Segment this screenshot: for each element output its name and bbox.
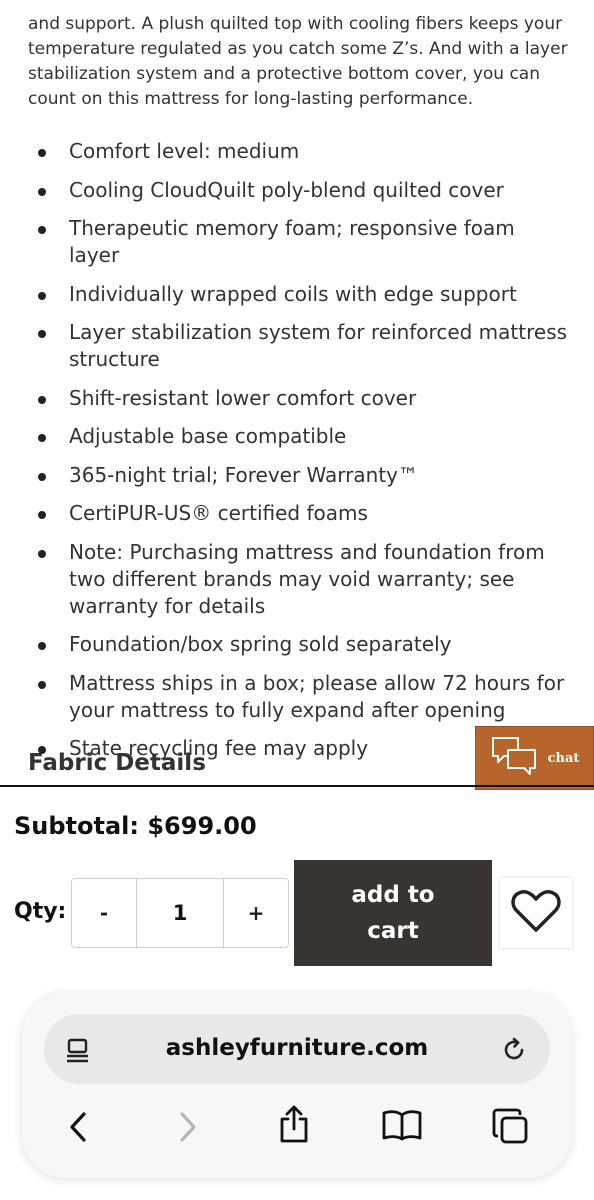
feature-text: Note: Purchasing mattress and foundation…: [69, 539, 545, 618]
feature-text: Individually wrapped coils with edge sup…: [69, 281, 517, 306]
qty-label: Qty:: [14, 899, 67, 924]
feature-item: Therapeutic memory foam; responsive foam…: [0, 215, 594, 269]
feature-item: Layer stabilization system for reinforce…: [0, 319, 594, 373]
feature-item: Comfort level: medium: [0, 138, 594, 165]
chat-label: chat: [547, 750, 580, 766]
bullet-icon: [38, 549, 46, 558]
heart-icon: [511, 888, 561, 938]
quantity-value[interactable]: 1: [136, 879, 224, 947]
product-description: and support. A plush quilted top with co…: [0, 0, 594, 786]
divider: [0, 785, 594, 787]
bullet-icon: [38, 642, 46, 650]
bullet-icon: [38, 511, 46, 519]
feature-text: Therapeutic memory foam; responsive foam…: [69, 216, 515, 267]
back-icon[interactable]: [66, 1110, 90, 1144]
chat-button[interactable]: chat: [475, 726, 594, 790]
fabric-details-heading[interactable]: Fabric Details: [28, 750, 206, 776]
chat-bubbles-icon: [490, 734, 538, 782]
feature-text: 365-night trial; Forever Warranty™: [69, 462, 419, 487]
feature-text: Comfort level: medium: [69, 139, 300, 163]
feature-item: CertiPUR-US® certified foams: [0, 500, 594, 527]
add-to-cart-label: add to cart: [351, 882, 435, 944]
feature-item: Individually wrapped coils with edge sup…: [0, 281, 594, 308]
wishlist-button[interactable]: [500, 878, 572, 948]
description-text: and support. A plush quilted top with co…: [28, 14, 568, 109]
bullet-icon: [38, 226, 46, 234]
subtotal-text: Subtotal: $699.00: [14, 812, 257, 840]
feature-item: Adjustable base compatible: [0, 423, 594, 450]
bullet-icon: [38, 395, 46, 404]
add-to-cart-button[interactable]: add to cart: [294, 860, 492, 966]
feature-text: Cooling CloudQuilt poly-blend quilted co…: [69, 177, 504, 202]
feature-item: Cooling CloudQuilt poly-blend quilted co…: [0, 177, 594, 204]
bullet-icon: [38, 291, 46, 300]
feature-text: Layer stabilization system for reinforce…: [69, 320, 568, 371]
bookmarks-icon[interactable]: [381, 1108, 423, 1142]
feature-text: Foundation/box spring sold separately: [69, 632, 452, 656]
quantity-stepper[interactable]: - 1 +: [71, 878, 289, 948]
feature-text: Adjustable base compatible: [69, 424, 347, 448]
feature-item: Foundation/box spring sold separately: [0, 631, 594, 658]
bullet-icon: [38, 680, 46, 689]
bullet-icon: [38, 330, 46, 338]
feature-item: 365-night trial; Forever Warranty™: [0, 462, 594, 489]
decrement-button[interactable]: -: [72, 879, 136, 947]
feature-text: Shift-resistant lower comfort cover: [69, 385, 417, 410]
feature-item: Shift-resistant lower comfort cover: [0, 385, 594, 412]
browser-toolbar: ashleyfurniture.com: [22, 992, 572, 1178]
feature-list: Comfort level: medium Cooling CloudQuilt …: [0, 138, 594, 774]
bullet-icon: [38, 149, 46, 157]
address-bar[interactable]: ashleyfurniture.com: [44, 1014, 550, 1084]
bullet-icon: [38, 187, 46, 196]
tabs-icon[interactable]: [490, 1106, 530, 1146]
bullet-icon: [38, 434, 46, 442]
feature-item: Note: Purchasing mattress and foundation…: [0, 539, 594, 620]
feature-item: Mattress ships in a box; please allow 72…: [0, 670, 594, 724]
forward-icon[interactable]: [176, 1110, 200, 1144]
url-text: ashleyfurniture.com: [165, 1035, 429, 1061]
share-icon[interactable]: [276, 1104, 312, 1144]
increment-button[interactable]: +: [224, 879, 288, 947]
bullet-icon: [38, 472, 46, 481]
feature-text: Mattress ships in a box; please allow 72…: [69, 670, 565, 722]
reload-icon[interactable]: [500, 1036, 528, 1064]
feature-text: CertiPUR-US® certified foams: [69, 501, 368, 525]
